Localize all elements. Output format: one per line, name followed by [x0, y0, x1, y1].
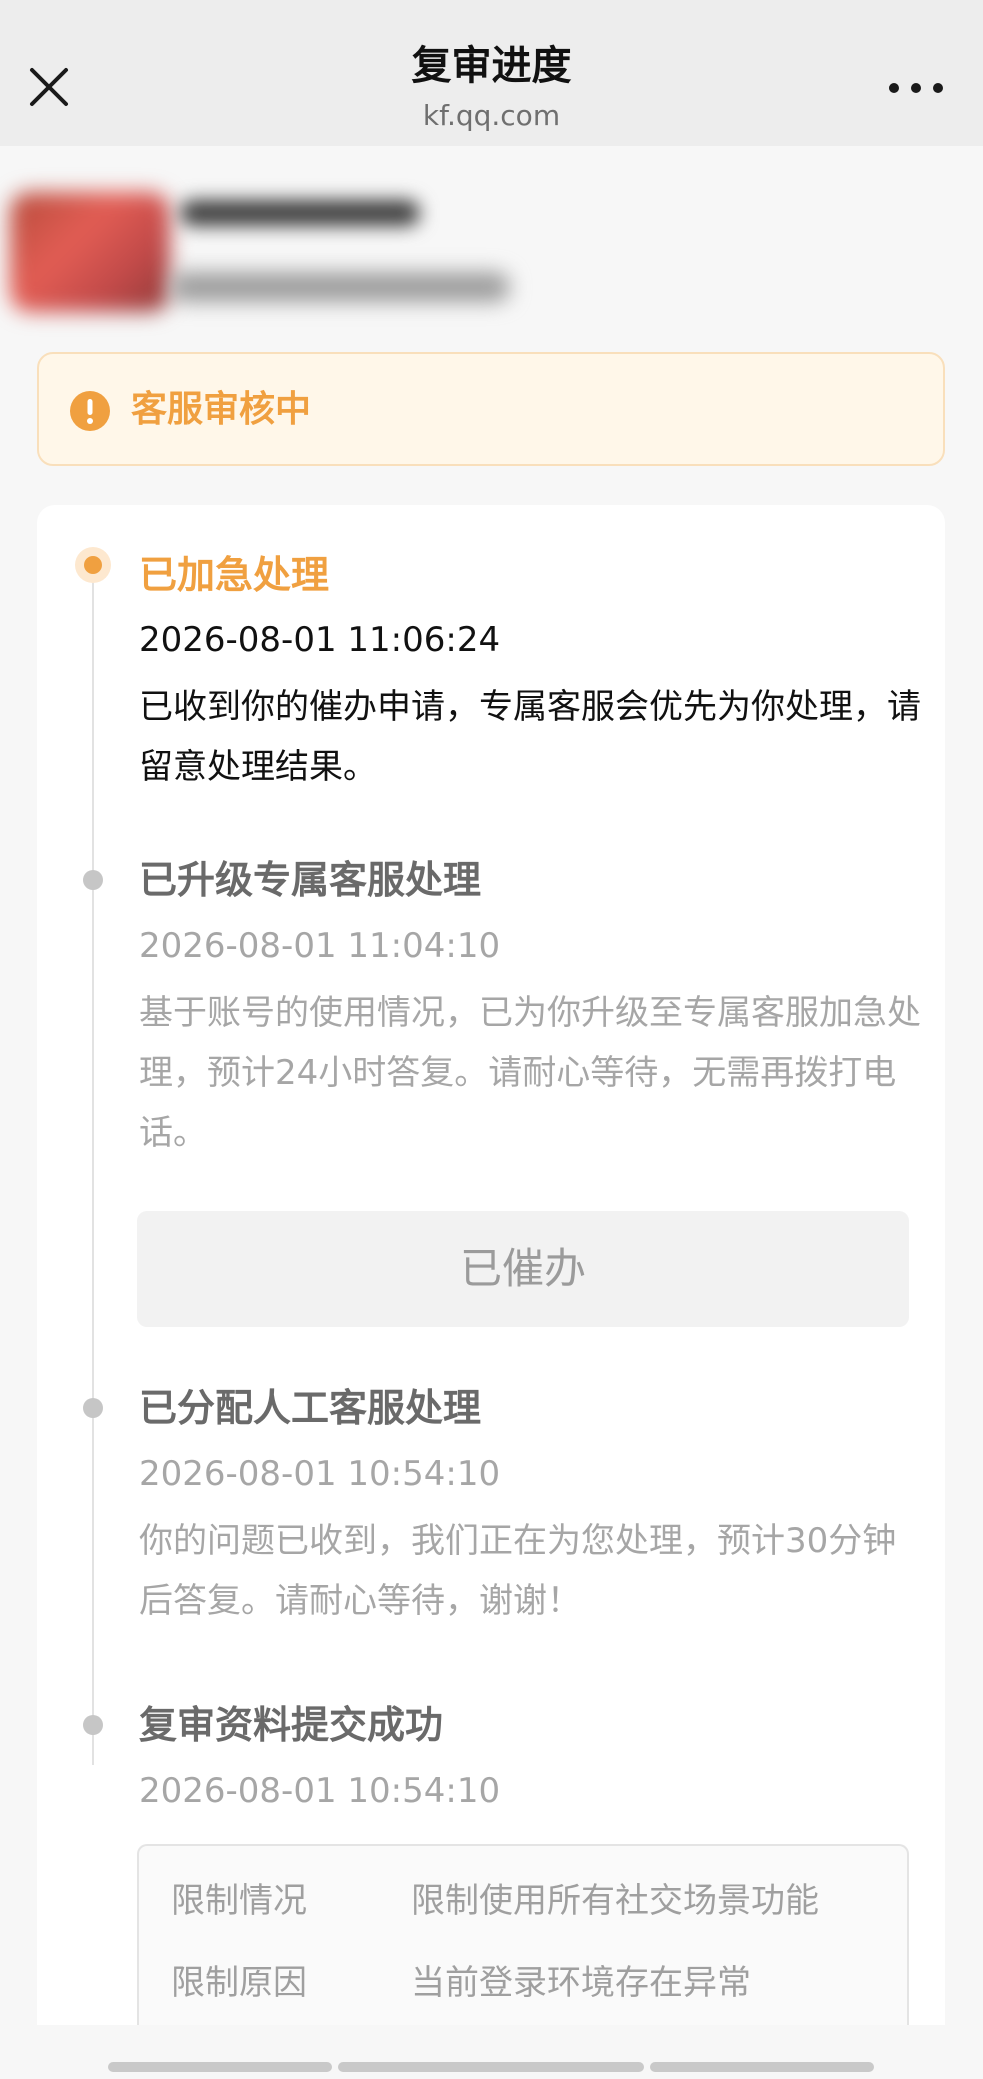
- restriction-details: 限制情况 限制使用所有社交场景功能 限制原因 当前登录环境存在异常: [137, 1844, 909, 2025]
- timeline-dot: [83, 1398, 103, 1418]
- detail-value: 限制使用所有社交场景功能: [411, 1881, 819, 1921]
- timeline-dot: [83, 1715, 103, 1735]
- step-description: 你的问题已收到，我们正在为您处理，预计30分钟后答复。请耐心等待，谢谢！: [139, 1521, 897, 1621]
- step-time: 2026-08-01 11:04:10: [139, 926, 501, 966]
- more-icon[interactable]: [884, 64, 948, 112]
- urged-button[interactable]: 已催办: [137, 1211, 909, 1327]
- step-time: 2026-08-01 10:54:10: [139, 1454, 501, 1494]
- detail-value: 当前登录环境存在异常: [411, 1963, 751, 2003]
- step-title: 复审资料提交成功: [139, 1703, 444, 1747]
- account-name-blurred: [180, 200, 420, 226]
- timeline-line: [92, 565, 94, 1765]
- step-title: 已升级专属客服处理: [139, 858, 482, 902]
- detail-label: 限制原因: [171, 1963, 307, 2003]
- timeline-dot: [83, 870, 103, 890]
- step-time: 2026-08-01 11:06:24: [139, 620, 501, 660]
- status-banner: 客服审核中: [37, 352, 945, 466]
- avatar: [10, 192, 170, 312]
- exclamation-circle-icon: [70, 391, 110, 431]
- scroll-indicator: [650, 2062, 874, 2072]
- detail-label: 限制情况: [171, 1881, 307, 1921]
- status-text: 客服审核中: [131, 389, 312, 430]
- scroll-indicator: [338, 2062, 644, 2072]
- step-description: 基于账号的使用情况，已为你升级至专属客服加急处理，预计24小时答复。请耐心等待，…: [139, 993, 921, 1153]
- step-time: 2026-08-01 10:54:10: [139, 1771, 501, 1811]
- scroll-indicator: [108, 2062, 332, 2072]
- account-info-blurred: [0, 176, 560, 326]
- step-title: 已加急处理: [139, 553, 330, 597]
- account-id-blurred: [170, 272, 510, 302]
- timeline-dot-active: [75, 547, 111, 583]
- progress-card: 已加急处理 2026-08-01 11:06:24 已收到你的催办申请，专属客服…: [37, 505, 945, 2025]
- page-domain: kf.qq.com: [422, 99, 561, 132]
- step-title: 已分配人工客服处理: [139, 1386, 482, 1430]
- step-description: 已收到你的催办申请，专属客服会优先为你处理，请留意处理结果。: [139, 687, 921, 787]
- page-title: 复审进度: [411, 43, 572, 89]
- top-nav-bar: 复审进度 kf.qq.com: [0, 0, 983, 146]
